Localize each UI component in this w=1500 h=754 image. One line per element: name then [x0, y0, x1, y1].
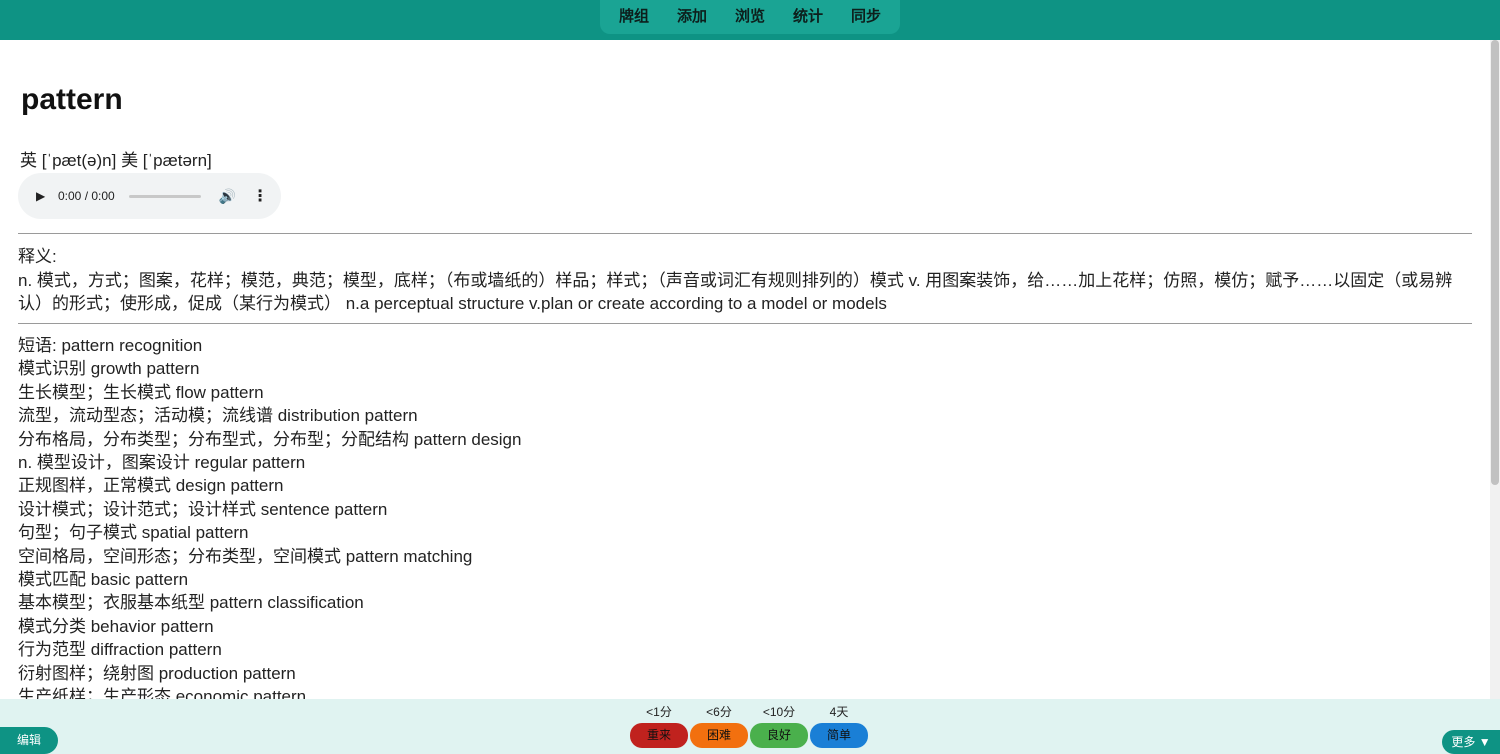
audio-player: ▶ 0:00 / 0:00 🔊 ⋮ [18, 173, 281, 219]
meaning-text: n. 模式，方式；图案，花样；模范，典范；模型，底样；（布或墙纸的）样品；样式；… [18, 270, 1453, 314]
phrase-line: 短语: pattern recognition [18, 336, 203, 355]
card-content: pattern 英 [ˈpæt(ə)n] 美 [ˈpætərn] ▶ 0:00 … [0, 40, 1490, 699]
card-phonetic: 英 [ˈpæt(ə)n] 美 [ˈpætərn] [20, 151, 212, 170]
play-icon[interactable]: ▶ [36, 189, 48, 203]
top-nav: 牌组 添加 浏览 统计 同步 [600, 0, 900, 34]
answer-option: <6分困难 [690, 699, 748, 748]
nav-stats[interactable]: 统计 [779, 0, 837, 34]
more-button[interactable]: 更多 ▼ [1442, 730, 1500, 754]
phrase-line: 设计模式；设计范式；设计样式 sentence pattern [18, 499, 388, 519]
phrase-line: 生长模型；生长模式 flow pattern [18, 382, 264, 402]
phrase-line: 空间格局，空间形态；分布类型，空间模式 pattern matching [18, 546, 473, 566]
answer-option: 4天简单 [810, 699, 868, 748]
phrase-line: 模式识别 growth pattern [18, 359, 200, 379]
card-word: pattern [21, 83, 123, 116]
audio-time: 0:00 / 0:00 [58, 189, 115, 203]
meaning-label: 释义: [18, 247, 57, 266]
phrase-line: 分布格局，分布类型；分布型式，分布型；分配结构 pattern design [18, 429, 522, 449]
answer-interval: 4天 [829, 705, 849, 719]
nav-add[interactable]: 添加 [663, 0, 721, 34]
top-bar: 牌组 添加 浏览 统计 同步 [0, 0, 1500, 40]
nav-sync[interactable]: 同步 [837, 0, 895, 34]
divider [18, 233, 1472, 234]
volume-icon[interactable]: 🔊 [219, 188, 236, 205]
answer-interval: <6分 [706, 705, 732, 719]
hard-button[interactable]: 困难 [690, 723, 748, 748]
nav-browse[interactable]: 浏览 [721, 0, 779, 34]
bottom-bar: 编辑 <1分 重来 <6分 困难 <10分 良好 4天 简单 更多 ▼ [0, 699, 1500, 754]
phrase-line: 基本模型；衣服基本纸型 pattern classification [18, 593, 364, 613]
phrase-line: 流型，流动型态；活动模；流线谱 distribution pattern [18, 406, 418, 426]
good-button[interactable]: 良好 [750, 723, 808, 748]
answer-interval: <1分 [646, 705, 672, 719]
scrollbar[interactable] [1490, 40, 1500, 699]
phrase-line: 正规图样，正常模式 design pattern [18, 476, 284, 496]
answer-interval: <10分 [762, 705, 796, 719]
phrase-line: n. 模型设计，图案设计 regular pattern [18, 453, 306, 473]
answer-option: <10分良好 [750, 699, 808, 748]
again-button[interactable]: 重来 [630, 723, 688, 748]
phrase-line: 模式分类 behavior pattern [18, 616, 214, 636]
audio-seek-bar[interactable] [128, 194, 201, 198]
easy-button[interactable]: 简单 [810, 723, 868, 748]
meaning-section: 释义: n. 模式，方式；图案，花样；模范，典范；模型，底样；（布或墙纸的）样品… [18, 245, 1468, 316]
divider [18, 323, 1472, 324]
scrollbar-thumb[interactable] [1491, 40, 1499, 485]
phrases-section: 短语: pattern recognition 模式识别 growth patte… [18, 334, 1468, 699]
phrase-line: 模式匹配 basic pattern [18, 570, 189, 590]
phrase-line: 生产纸样；生产形态 economic pattern [18, 687, 307, 699]
more-vertical-icon[interactable]: ⋮ [252, 186, 268, 206]
phrase-line: 行为范型 diffraction pattern [18, 640, 222, 660]
answer-option: <1分重来 [630, 699, 688, 748]
edit-button[interactable]: 编辑 [0, 727, 58, 754]
answer-buttons: <1分 重来 <6分 困难 <10分 良好 4天 简单 [630, 699, 870, 754]
phrase-line: 衍射图样；绕射图 production pattern [18, 663, 296, 683]
nav-decks[interactable]: 牌组 [605, 0, 663, 34]
phrase-line: 句型；句子模式 spatial pattern [18, 523, 249, 543]
